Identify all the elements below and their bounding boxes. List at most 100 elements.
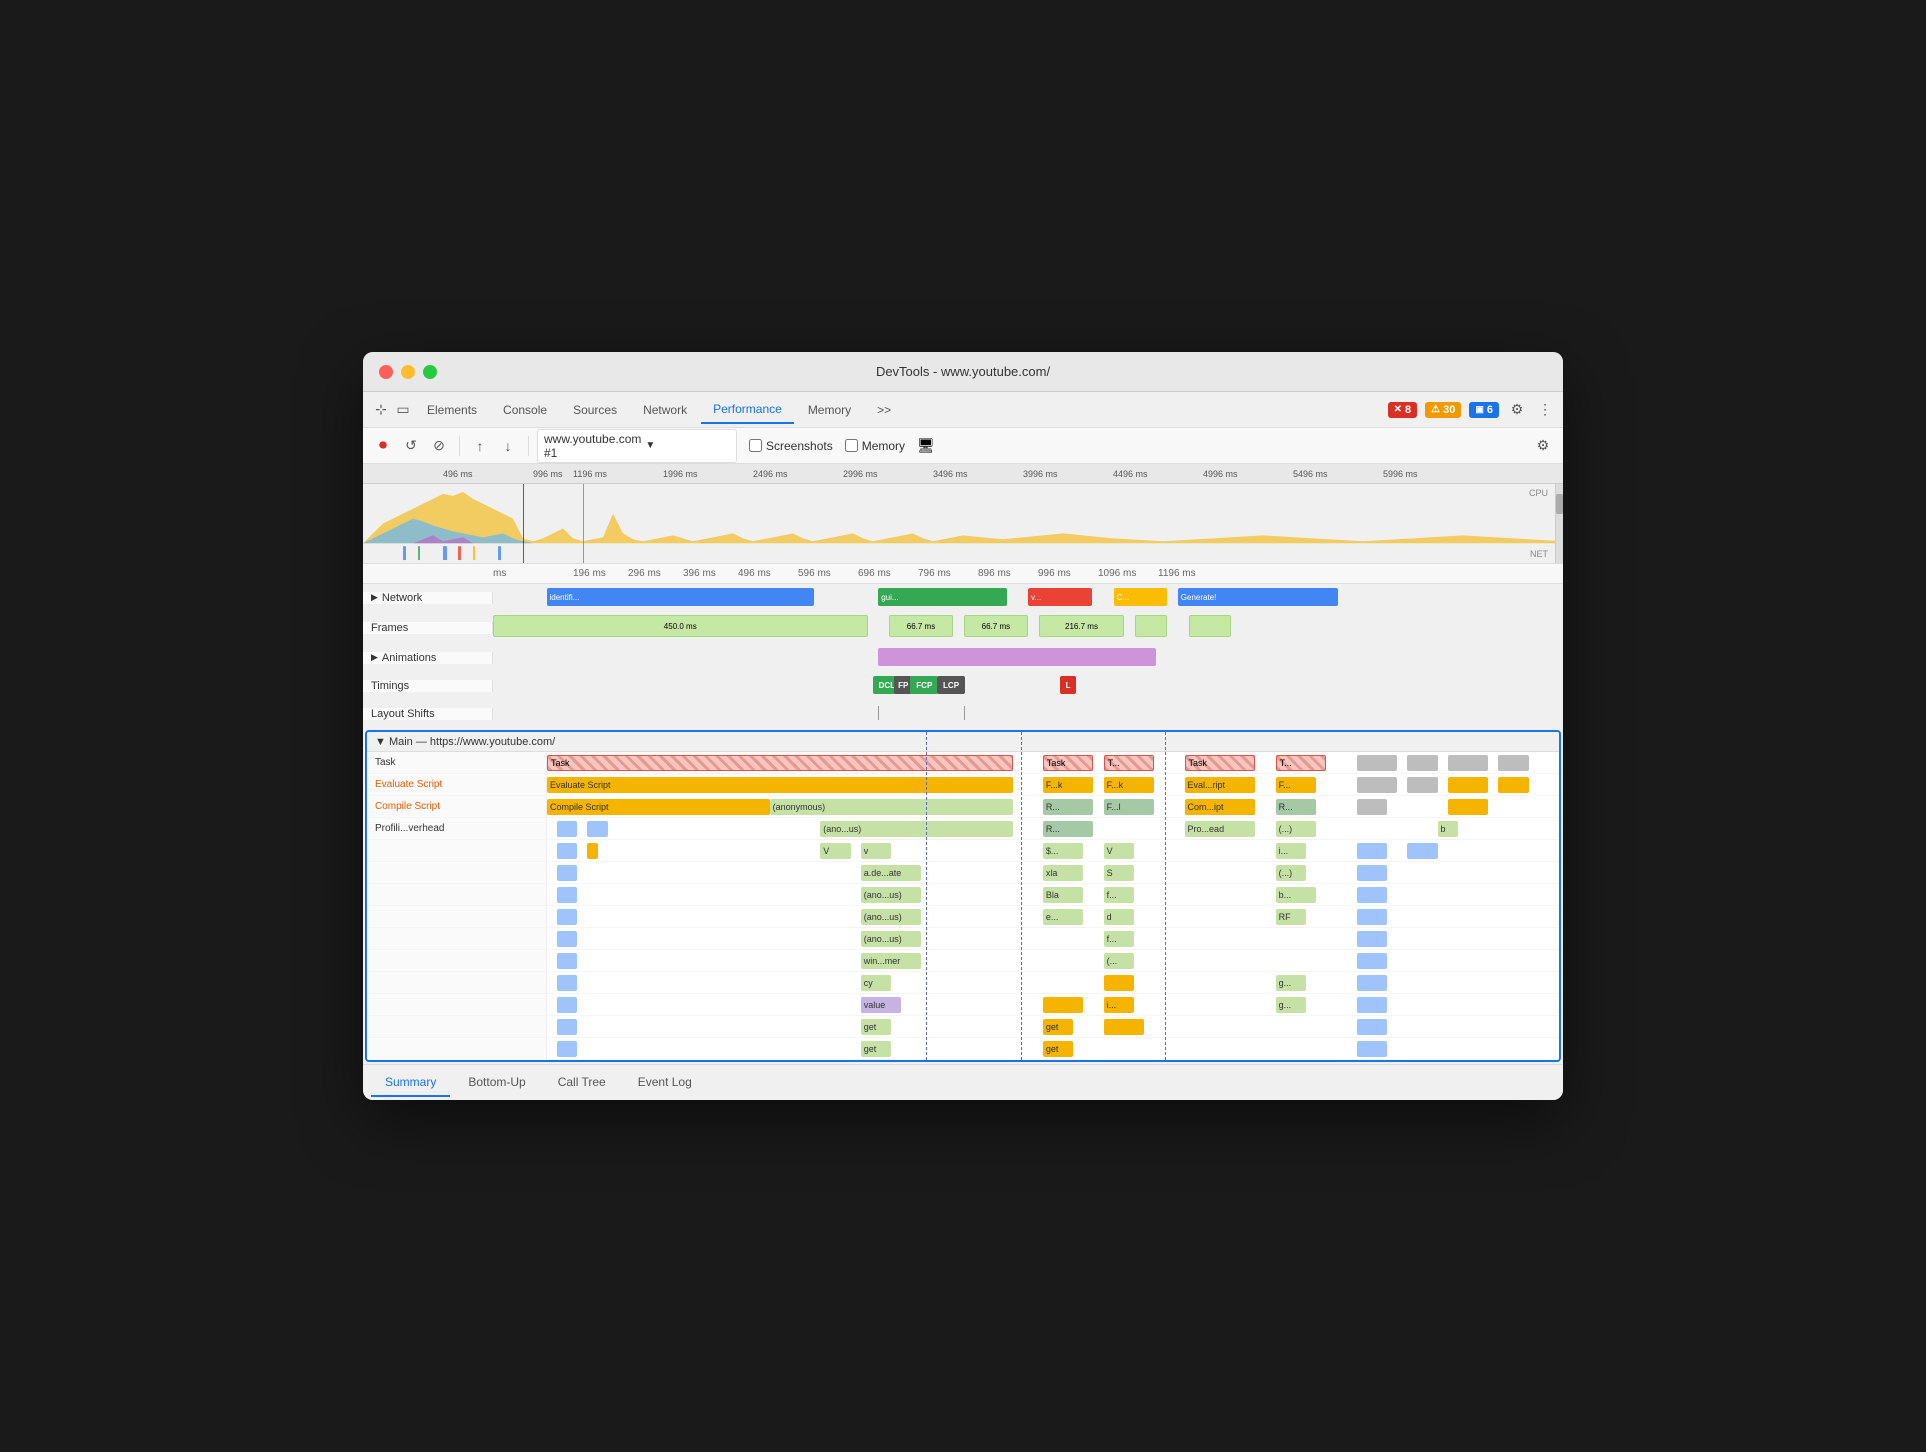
fb4-dollar[interactable]: $... [1043, 843, 1083, 859]
profiling-r[interactable]: R... [1043, 821, 1094, 837]
profiling-blue-2[interactable] [587, 821, 607, 837]
fb7-blue-1[interactable] [557, 909, 577, 925]
fb7-anous-2[interactable]: (ano...us) [861, 909, 922, 925]
fb9-winmer[interactable]: win...mer [861, 953, 922, 969]
fb12-get-2[interactable]: get [1043, 1019, 1073, 1035]
fb10-blue-2[interactable] [1357, 975, 1387, 991]
clear-button[interactable]: ⊘ [427, 434, 451, 458]
record-button[interactable]: ⏺ [371, 434, 395, 458]
device-icon[interactable]: ▭ [393, 400, 413, 420]
task-block-grey-1[interactable] [1357, 755, 1397, 771]
tab-memory[interactable]: Memory [796, 397, 863, 423]
frame-block-66-2[interactable]: 66.7 ms [964, 615, 1028, 637]
frame-block-450[interactable]: 450.0 ms [493, 615, 868, 637]
frame-block-66-1[interactable]: 66.7 ms [889, 615, 953, 637]
animations-expand-icon[interactable]: ▶ [371, 652, 378, 663]
fb13-get-2[interactable]: get [1043, 1041, 1073, 1057]
close-button[interactable] [379, 365, 393, 379]
fb4-blue-2[interactable] [1357, 843, 1387, 859]
fb9-blue-1[interactable] [557, 953, 577, 969]
frame-block-small-1[interactable] [1135, 615, 1167, 637]
fb7-e[interactable]: e... [1043, 909, 1083, 925]
fb13-blue-2[interactable] [1357, 1041, 1387, 1057]
more-options-icon[interactable]: ⋮ [1535, 400, 1555, 420]
fb5-adeate[interactable]: a.de...ate [861, 865, 922, 881]
network-block-v[interactable]: v... [1028, 588, 1092, 606]
reload-button[interactable]: ↺ [399, 434, 423, 458]
fb13-blue-1[interactable] [557, 1041, 577, 1057]
fb5-dots[interactable]: (...) [1276, 865, 1306, 881]
fb12-yellow-1[interactable] [1104, 1019, 1144, 1035]
compile-r-2[interactable]: R... [1276, 799, 1316, 815]
info-count-badge[interactable]: ▣ 6 [1469, 402, 1499, 418]
fb4-V2[interactable]: V [1104, 843, 1134, 859]
network-block-gui[interactable]: gui... [878, 588, 1006, 606]
compile-grey-1[interactable] [1357, 799, 1387, 815]
tab-network[interactable]: Network [631, 397, 699, 423]
profiling-b[interactable]: b [1438, 821, 1458, 837]
bottom-tab-call-tree[interactable]: Call Tree [544, 1069, 620, 1097]
fb5-S[interactable]: S [1104, 865, 1134, 881]
error-count-badge[interactable]: ✕ 8 [1388, 402, 1418, 418]
network-expand-icon[interactable]: ▶ [371, 592, 378, 603]
fb12-blue-2[interactable] [1357, 1019, 1387, 1035]
compile-script-block-main[interactable]: Compile Script [547, 799, 770, 815]
eval-script-yellow-1[interactable] [1448, 777, 1488, 793]
warning-count-badge[interactable]: ⚠ 30 [1425, 402, 1461, 418]
tab-performance[interactable]: Performance [701, 396, 794, 424]
task-block-grey-2[interactable] [1407, 755, 1437, 771]
compile-fl[interactable]: F...l [1104, 799, 1155, 815]
animation-block-1[interactable] [878, 648, 1156, 666]
gear-icon[interactable]: ⚙ [1531, 434, 1555, 458]
fb10-g1[interactable]: g... [1276, 975, 1306, 991]
compile-anonymous[interactable]: (anonymous) [770, 799, 1013, 815]
eval-script-block-2[interactable]: F...k [1043, 777, 1094, 793]
eval-script-block-5[interactable]: F... [1276, 777, 1316, 793]
fb5-xla[interactable]: xla [1043, 865, 1083, 881]
fb6-blue-1[interactable] [557, 887, 577, 903]
eval-script-yellow-2[interactable] [1498, 777, 1528, 793]
bottom-tab-event-log[interactable]: Event Log [624, 1069, 706, 1097]
fb13-get-1[interactable]: get [861, 1041, 891, 1057]
eval-script-grey-2[interactable] [1407, 777, 1437, 793]
fb12-get-1[interactable]: get [861, 1019, 891, 1035]
settings-icon[interactable]: ⚙ [1507, 400, 1527, 420]
screenshots-checkbox[interactable] [749, 439, 762, 452]
overview-scrollbar[interactable] [1555, 484, 1563, 563]
fb11-blue-1[interactable] [557, 997, 577, 1013]
fb7-RF[interactable]: RF [1276, 909, 1306, 925]
scrollbar-thumb[interactable] [1556, 494, 1563, 514]
fb6-f[interactable]: f... [1104, 887, 1134, 903]
tab-more[interactable]: >> [865, 397, 903, 423]
screenshots-checkbox-label[interactable]: Screenshots [749, 439, 833, 453]
frame-block-216[interactable]: 216.7 ms [1039, 615, 1125, 637]
fb7-d[interactable]: d [1104, 909, 1134, 925]
network-block-c[interactable]: C... [1114, 588, 1168, 606]
compile-r-1[interactable]: R... [1043, 799, 1094, 815]
task-block-4[interactable]: Task [1185, 755, 1256, 771]
task-block-grey-4[interactable] [1498, 755, 1528, 771]
bottom-tab-summary[interactable]: Summary [371, 1069, 450, 1097]
fb4-blue-1[interactable] [557, 843, 577, 859]
fb11-value[interactable]: value [861, 997, 901, 1013]
fb4-blue-3[interactable] [1407, 843, 1437, 859]
fb6-blue-2[interactable] [1357, 887, 1387, 903]
fb9-dots[interactable]: (... [1104, 953, 1134, 969]
fb4-i[interactable]: i... [1276, 843, 1306, 859]
fb12-blue-1[interactable] [557, 1019, 577, 1035]
fb11-g2[interactable]: g... [1276, 997, 1306, 1013]
eval-script-block-4[interactable]: Eval...ript [1185, 777, 1256, 793]
fb10-blue-1[interactable] [557, 975, 577, 991]
memory-checkbox-label[interactable]: Memory [845, 439, 905, 453]
upload-button[interactable]: ↑ [468, 434, 492, 458]
memory-checkbox[interactable] [845, 439, 858, 452]
compile-yellow-1[interactable] [1448, 799, 1488, 815]
fb8-anous-3[interactable]: (ano...us) [861, 931, 922, 947]
fb7-blue-2[interactable] [1357, 909, 1387, 925]
network-track-label[interactable]: ▶ Network [363, 592, 493, 604]
task-block-main[interactable]: Task [547, 755, 1013, 771]
fb6-anous-1[interactable]: (ano...us) [861, 887, 922, 903]
network-block-generate[interactable]: Generate! [1178, 588, 1339, 606]
task-block-grey-3[interactable] [1448, 755, 1488, 771]
fb11-yellow-1[interactable] [1043, 997, 1083, 1013]
